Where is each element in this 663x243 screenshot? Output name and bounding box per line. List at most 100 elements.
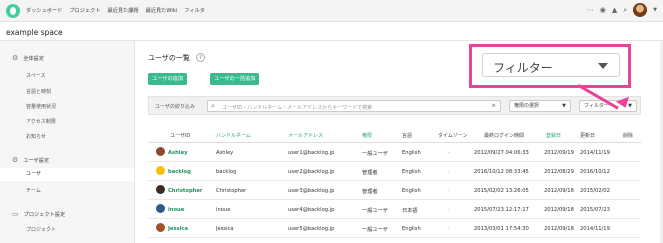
table-body: Ashley Ashley user1@backlog.jp 一般ユーザ English… bbox=[148, 143, 641, 238]
col-delete: 削除 bbox=[623, 133, 634, 139]
cell-handle: Jessica bbox=[216, 226, 234, 232]
add-user-button[interactable]: ユーザの追加 bbox=[148, 73, 188, 85]
nav-project[interactable]: プロジェクト bbox=[69, 7, 100, 14]
col-user-id: ユーザID bbox=[170, 133, 191, 139]
sidebar-section-label: プロジェクト設定 bbox=[23, 211, 66, 218]
more-icon[interactable]: ⋯ bbox=[587, 3, 594, 17]
cell-email: user4@backlog.jp bbox=[288, 207, 335, 213]
top-navigation: ダッシュボード プロジェクト 最近見た課題 最近見たWiki フィルタ ⋯ ◉ … bbox=[0, 0, 663, 22]
user-avatar bbox=[156, 223, 165, 232]
cell-user-id[interactable]: Jessica bbox=[168, 226, 188, 232]
sidebar-item-projects[interactable]: プロジェクト bbox=[26, 226, 56, 233]
table-row[interactable]: Christopher Christopher user3@backlog.jp 管理… bbox=[148, 181, 641, 200]
backlog-logo-icon[interactable] bbox=[6, 3, 20, 18]
col-role[interactable]: 権限 bbox=[362, 132, 372, 139]
sidebar-item-storage[interactable]: 容量使用状況 bbox=[26, 103, 56, 110]
sidebar-item-users[interactable]: ユーザ bbox=[0, 168, 134, 181]
sidebar-section-general: ⚙ 全体設定 bbox=[12, 54, 44, 62]
search-input[interactable]: ⌕ ユーザID・ハンドルネーム・メールアドレスからキーワードで検索 × bbox=[207, 100, 501, 112]
filter-select-label: フィルター bbox=[584, 103, 609, 109]
cell-email: user2@backlog.jp bbox=[288, 169, 335, 175]
gear-icon: ⚙ bbox=[12, 54, 19, 62]
col-updated: 更新日 bbox=[580, 133, 596, 139]
bulk-add-user-button[interactable]: ユーザの一括追加 bbox=[210, 73, 260, 85]
cell-updated: 2015/07/23 bbox=[580, 207, 610, 213]
cell-updated: 2016/10/12 bbox=[580, 169, 610, 175]
cell-role: 管理者 bbox=[362, 189, 378, 195]
table-row[interactable]: backlog backlog user2@backlog.jp 管理者 English… bbox=[148, 162, 641, 181]
cell-user-id[interactable]: inoue bbox=[168, 207, 184, 213]
col-last-login: 最終ログイン時間 bbox=[484, 133, 525, 139]
cell-registered: 2012/09/18 bbox=[544, 207, 574, 213]
cell-handle: inoue bbox=[216, 207, 231, 213]
col-email[interactable]: メールアドレス bbox=[288, 132, 323, 139]
gear-icon: ⚙ bbox=[12, 156, 19, 164]
sidebar: ⚙ 全体設定 スペース 言語と時刻 容量使用状況 アクセス制限 お知らせ ⚙ ユ… bbox=[0, 41, 135, 243]
search-icon: ⌕ bbox=[211, 102, 215, 110]
cell-language: 日本語 bbox=[402, 208, 418, 214]
table-header: ユーザID ハンドルネーム メールアドレス 権限 言語 タイムゾーン 最終ログイ… bbox=[148, 129, 641, 143]
nav-recent-wiki[interactable]: 最近見たWiki bbox=[146, 7, 178, 14]
col-handle[interactable]: ハンドルネーム bbox=[216, 132, 251, 139]
cell-user-id[interactable]: backlog bbox=[168, 169, 191, 175]
cell-language: English bbox=[402, 150, 421, 156]
user-avatar bbox=[156, 185, 165, 194]
search-placeholder: ユーザID・ハンドルネーム・メールアドレスからキーワードで検索 bbox=[222, 105, 373, 111]
cell-user-id[interactable]: Ashley bbox=[168, 150, 187, 156]
nav-recent-issues[interactable]: 最近見た課題 bbox=[107, 7, 138, 14]
sidebar-section-users: ⚙ ユーザ設定 bbox=[12, 156, 49, 164]
cell-timezone: - bbox=[448, 226, 450, 232]
cell-registered: 2012/08/29 bbox=[544, 169, 574, 175]
cell-timezone: - bbox=[448, 188, 450, 194]
filter-select-zoomed[interactable]: フィルター bbox=[482, 53, 620, 77]
cell-role: 一般ユーザ bbox=[362, 151, 388, 157]
cell-email: user5@backlog.jp bbox=[288, 226, 335, 232]
cell-timezone: - bbox=[448, 169, 450, 175]
bell-icon[interactable]: ▲ bbox=[612, 3, 617, 17]
cell-last-login: 2012/09/27 04:06:33 bbox=[474, 150, 529, 156]
cell-user-id[interactable]: Christopher bbox=[168, 188, 202, 194]
clear-icon[interactable]: × bbox=[491, 103, 496, 109]
nav-filter[interactable]: フィルタ bbox=[184, 7, 205, 14]
sidebar-item-language-time[interactable]: 言語と時刻 bbox=[26, 88, 51, 95]
sidebar-section-label: ユーザ設定 bbox=[23, 157, 50, 164]
cell-last-login: 2016/10/12 08:33:45 bbox=[474, 169, 529, 175]
sidebar-item-space[interactable]: スペース bbox=[26, 72, 45, 79]
monitor-icon: ▭ bbox=[12, 210, 19, 218]
cell-language: English bbox=[402, 226, 421, 232]
user-avatar bbox=[156, 166, 165, 175]
table-row[interactable]: inoue inoue user4@backlog.jp 一般ユーザ 日本語 - 2015/… bbox=[148, 200, 641, 219]
cell-role: 一般ユーザ bbox=[362, 227, 388, 233]
sidebar-item-teams[interactable]: チーム bbox=[26, 187, 41, 194]
cell-updated: 2014/11/19 bbox=[580, 150, 610, 156]
cell-language: English bbox=[402, 188, 421, 194]
filter-bar: ユーザの絞り込み ⌕ ユーザID・ハンドルネーム・メールアドレスからキーワードで… bbox=[148, 96, 641, 115]
avatar[interactable] bbox=[633, 3, 648, 17]
watch-icon[interactable]: ◉ bbox=[600, 3, 606, 17]
help-icon[interactable]: ? bbox=[196, 53, 205, 62]
cell-handle: Christopher bbox=[216, 188, 247, 194]
cell-last-login: 2013/03/01 17:54:30 bbox=[474, 226, 529, 232]
col-language: 言語 bbox=[402, 133, 413, 139]
sidebar-item-access-restriction[interactable]: アクセス制限 bbox=[26, 118, 56, 125]
chevron-down-icon bbox=[598, 63, 608, 69]
cell-updated: 2014/11/19 bbox=[580, 226, 610, 232]
cell-role: 一般ユーザ bbox=[362, 208, 388, 214]
main-nav: ダッシュボード プロジェクト 最近見た課題 最近見たWiki フィルタ bbox=[26, 7, 212, 14]
col-registered[interactable]: 登録日 bbox=[546, 132, 561, 139]
search-icon[interactable]: ⌕ bbox=[623, 3, 627, 17]
role-select[interactable]: 権限の選択 ▼ bbox=[509, 100, 571, 112]
cell-role: 管理者 bbox=[362, 170, 378, 176]
table-row[interactable]: Jessica Jessica user5@backlog.jp 一般ユーザ Engli… bbox=[148, 219, 641, 238]
sidebar-item-announcement[interactable]: お知らせ bbox=[26, 133, 46, 140]
nav-dashboard[interactable]: ダッシュボード bbox=[26, 7, 62, 14]
cell-email: user3@backlog.jp bbox=[288, 188, 335, 194]
col-timezone: タイムゾーン bbox=[438, 133, 468, 139]
page-title: ユーザの一覧 bbox=[148, 54, 190, 62]
cell-timezone: - bbox=[448, 207, 450, 213]
chevron-down-icon[interactable]: ▼ bbox=[653, 7, 657, 13]
table-row[interactable]: Ashley Ashley user1@backlog.jp 一般ユーザ English… bbox=[148, 143, 641, 162]
cell-updated: 2015/02/02 bbox=[580, 188, 610, 194]
user-avatar bbox=[156, 204, 165, 213]
users-table: ユーザID ハンドルネーム メールアドレス 権限 言語 タイムゾーン 最終ログイ… bbox=[148, 129, 641, 238]
